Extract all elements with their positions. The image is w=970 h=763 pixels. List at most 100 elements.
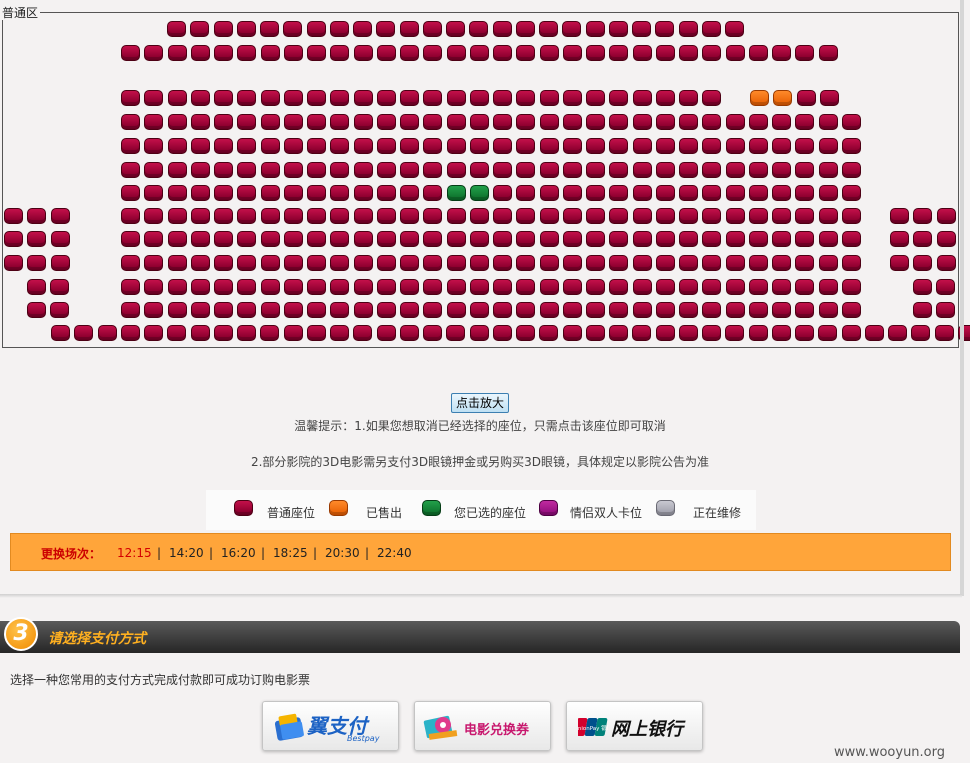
seat[interactable]	[818, 208, 838, 224]
seat[interactable]	[772, 302, 791, 318]
seat[interactable]	[679, 90, 698, 106]
seat[interactable]	[772, 185, 791, 201]
seat[interactable]	[586, 45, 605, 61]
seat[interactable]	[4, 255, 23, 271]
seat[interactable]	[120, 325, 140, 341]
seat[interactable]	[214, 208, 233, 224]
seat[interactable]	[353, 21, 372, 37]
seat[interactable]	[260, 138, 280, 154]
seat[interactable]	[306, 21, 326, 37]
seat[interactable]	[702, 231, 722, 247]
seat[interactable]	[353, 114, 373, 130]
showtime-1620[interactable]: 16:20	[221, 546, 256, 560]
seat[interactable]	[353, 45, 373, 61]
seat[interactable]	[353, 185, 373, 201]
seat[interactable]	[818, 185, 838, 201]
seat[interactable]	[795, 255, 815, 271]
seat[interactable]	[772, 208, 791, 224]
seat[interactable]	[237, 90, 257, 106]
seat[interactable]	[469, 302, 489, 318]
seat[interactable]	[772, 162, 791, 178]
seat[interactable]	[400, 114, 419, 130]
seat[interactable]	[539, 162, 559, 178]
seat[interactable]	[190, 208, 210, 224]
seat[interactable]	[423, 138, 443, 154]
seat[interactable]	[50, 255, 70, 271]
seat[interactable]	[423, 325, 442, 341]
seat[interactable]	[632, 208, 652, 224]
seat[interactable]	[725, 114, 745, 130]
seat[interactable]	[190, 45, 210, 61]
seat[interactable]	[307, 231, 326, 247]
seat[interactable]	[469, 279, 489, 295]
seat[interactable]	[539, 231, 559, 247]
seat[interactable]	[353, 279, 373, 295]
seat[interactable]	[493, 279, 512, 295]
seat[interactable]	[376, 255, 396, 271]
seat[interactable]	[376, 325, 396, 341]
seat[interactable]	[818, 279, 838, 295]
showtime-1420[interactable]: 14:20	[169, 546, 204, 560]
seat[interactable]	[469, 231, 489, 247]
seat[interactable]	[516, 302, 536, 318]
seat[interactable]	[446, 21, 465, 37]
seat[interactable]	[818, 114, 838, 130]
seat[interactable]	[260, 325, 280, 341]
seat[interactable]	[586, 208, 605, 224]
seat[interactable]	[260, 279, 280, 295]
seat[interactable]	[237, 231, 257, 247]
seat[interactable]	[260, 231, 280, 247]
seat[interactable]	[492, 21, 512, 37]
seat[interactable]	[376, 231, 396, 247]
seat[interactable]	[562, 45, 582, 61]
seat[interactable]	[562, 255, 582, 271]
seat[interactable]	[121, 138, 140, 154]
seat[interactable]	[539, 302, 559, 318]
seat[interactable]	[679, 45, 698, 61]
seat[interactable]	[702, 114, 722, 130]
seat[interactable]	[213, 325, 233, 341]
seat[interactable]	[27, 279, 46, 295]
seat[interactable]	[913, 208, 933, 224]
seat[interactable]	[400, 208, 419, 224]
seat[interactable]	[446, 114, 466, 130]
seat[interactable]	[400, 255, 419, 271]
seat[interactable]	[913, 279, 932, 295]
seat[interactable]	[121, 45, 140, 61]
seat[interactable]	[609, 325, 628, 341]
seat[interactable]	[446, 90, 466, 106]
seat[interactable]	[400, 279, 419, 295]
seat[interactable]	[586, 185, 605, 201]
seat[interactable]	[819, 90, 839, 106]
seat[interactable]	[795, 231, 815, 247]
seat[interactable]	[237, 325, 256, 341]
seat[interactable]	[911, 325, 931, 341]
seat[interactable]	[353, 231, 373, 247]
seat[interactable]	[400, 231, 419, 247]
seat[interactable]	[725, 21, 744, 37]
seat[interactable]	[493, 302, 512, 318]
seat[interactable]	[516, 255, 536, 271]
seat[interactable]	[214, 138, 233, 154]
seat[interactable]	[330, 45, 350, 61]
seat[interactable]	[237, 255, 257, 271]
seat[interactable]	[167, 325, 187, 341]
seat[interactable]	[214, 45, 233, 61]
seat[interactable]	[516, 162, 536, 178]
seat[interactable]	[423, 279, 443, 295]
seat[interactable]	[936, 208, 956, 224]
seat[interactable]	[423, 114, 443, 130]
seat[interactable]	[678, 21, 698, 37]
seat[interactable]	[539, 90, 559, 106]
seat[interactable]	[237, 162, 257, 178]
seat[interactable]	[353, 162, 373, 178]
seat[interactable]	[795, 185, 815, 201]
seat[interactable]	[306, 325, 326, 341]
seat[interactable]	[748, 162, 768, 178]
seat[interactable]	[771, 325, 791, 341]
seat[interactable]	[121, 185, 140, 201]
seat[interactable]	[400, 90, 419, 106]
seat[interactable]	[586, 231, 605, 247]
seat[interactable]	[283, 114, 303, 130]
seat[interactable]	[655, 114, 675, 130]
